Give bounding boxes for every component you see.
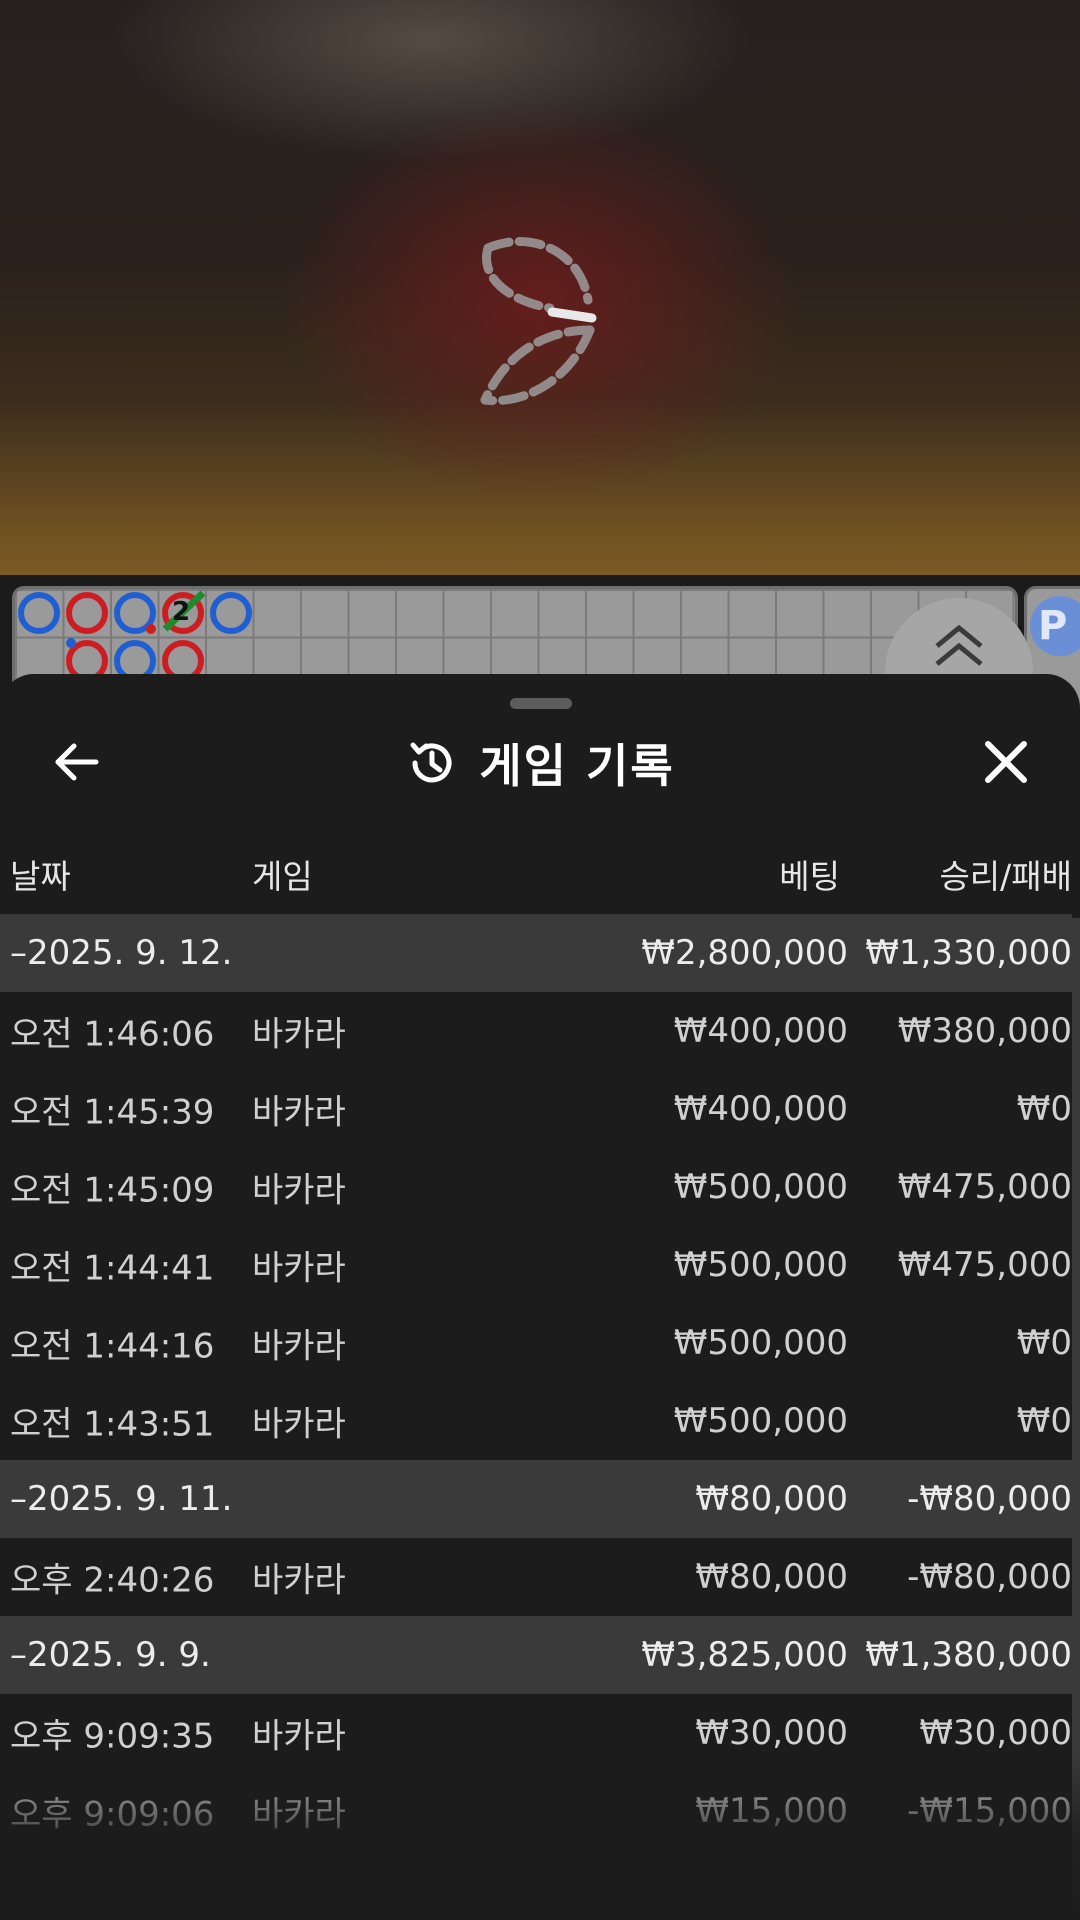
row-game: 바카라 — [252, 1404, 346, 1445]
group-bet-total: ₩2,800,000 — [641, 933, 848, 973]
road-mark-player-pair — [66, 638, 76, 648]
history-icon — [410, 742, 452, 783]
column-header-bet: 베팅 — [779, 857, 840, 896]
row-result: ₩475,000 — [897, 1245, 1072, 1285]
row-bet: ₩15,000 — [695, 1791, 848, 1831]
game-history-sheet: 게임 기록 날짜 게임 베팅 승리/패배 –2025. 9. 12. ₩2,80… — [0, 674, 1080, 1920]
table-row[interactable]: 오전 1:44:41 바카라 ₩500,000 ₩475,000 — [0, 1226, 1072, 1304]
row-bet: ₩80,000 — [695, 1557, 848, 1597]
row-game: 바카라 — [252, 1794, 346, 1835]
table-row[interactable]: 오후 9:09:35 바카라 ₩30,000 ₩30,000 — [0, 1694, 1072, 1772]
row-bet: ₩500,000 — [673, 1401, 848, 1441]
row-bet: ₩400,000 — [673, 1089, 848, 1129]
column-header-game: 게임 — [252, 857, 313, 896]
group-bet-total: ₩3,825,000 — [641, 1635, 848, 1675]
row-result: -₩80,000 — [907, 1557, 1072, 1597]
row-time: 오전 1:46:06 — [10, 1014, 215, 1055]
row-game: 바카라 — [252, 1326, 346, 1367]
column-header-result: 승리/패배 — [939, 857, 1072, 896]
road-mark-player — [18, 592, 60, 634]
row-game: 바카라 — [252, 1716, 346, 1757]
row-bet: ₩500,000 — [673, 1323, 848, 1363]
road-mark-player — [210, 592, 252, 634]
player-badge: P — [1030, 596, 1080, 656]
row-game: 바카라 — [252, 1014, 346, 1055]
date-group-header[interactable]: –2025. 9. 9. ₩3,825,000 ₩1,380,000 — [0, 1616, 1072, 1694]
row-bet: ₩30,000 — [695, 1713, 848, 1753]
sheet-drag-handle[interactable] — [510, 698, 572, 709]
row-game: 바카라 — [252, 1170, 346, 1211]
table-header: 날짜 게임 베팅 승리/패배 — [0, 842, 1080, 902]
history-list: –2025. 9. 12. ₩2,800,000 ₩1,330,000 오전 1… — [0, 914, 1072, 1850]
table-row[interactable]: 오전 1:44:16 바카라 ₩500,000 ₩0 — [0, 1304, 1072, 1382]
row-game: 바카라 — [252, 1560, 346, 1601]
row-bet: ₩500,000 — [673, 1245, 848, 1285]
row-time: 오전 1:44:41 — [10, 1248, 215, 1289]
row-time: 오후 9:09:35 — [10, 1716, 215, 1757]
table-row[interactable]: 오전 1:45:09 바카라 ₩500,000 ₩475,000 — [0, 1148, 1072, 1226]
close-icon — [985, 741, 1027, 783]
date-group-header[interactable]: –2025. 9. 11. ₩80,000 -₩80,000 — [0, 1460, 1072, 1538]
row-time: 오후 2:40:26 — [10, 1560, 215, 1601]
tie-count-label: 2 — [172, 597, 191, 627]
list-scrollbar[interactable] — [1072, 918, 1080, 1920]
group-result-total: -₩80,000 — [907, 1479, 1072, 1519]
column-header-date: 날짜 — [10, 857, 71, 896]
close-button[interactable] — [978, 734, 1034, 790]
row-game: 바카라 — [252, 1248, 346, 1289]
row-result: ₩0 — [1016, 1323, 1072, 1363]
row-game: 바카라 — [252, 1092, 346, 1133]
table-row[interactable]: 오전 1:46:06 바카라 ₩400,000 ₩380,000 — [0, 992, 1072, 1070]
row-result: ₩475,000 — [897, 1167, 1072, 1207]
live-video-area — [0, 0, 1080, 575]
group-result-total: ₩1,330,000 — [865, 933, 1072, 973]
table-row[interactable]: 오후 2:40:26 바카라 ₩80,000 -₩80,000 — [0, 1538, 1072, 1616]
row-time: 오후 9:09:06 — [10, 1794, 215, 1835]
group-date: –2025. 9. 9. — [10, 1635, 211, 1675]
row-bet: ₩500,000 — [673, 1167, 848, 1207]
row-result: ₩380,000 — [897, 1011, 1072, 1051]
row-result: -₩15,000 — [907, 1791, 1072, 1831]
table-row[interactable]: 오전 1:43:51 바카라 ₩500,000 ₩0 — [0, 1382, 1072, 1460]
group-date: –2025. 9. 12. — [10, 933, 233, 973]
table-row[interactable]: 오후 9:09:06 바카라 ₩15,000 -₩15,000 — [0, 1772, 1072, 1850]
row-bet: ₩400,000 — [673, 1011, 848, 1051]
sheet-header: 게임 기록 — [0, 726, 1080, 800]
road-mark-banker-pair — [146, 624, 156, 634]
table-row[interactable]: 오전 1:45:39 바카라 ₩400,000 ₩0 — [0, 1070, 1072, 1148]
page-title: 게임 기록 — [479, 739, 675, 793]
loading-spinner-icon — [480, 237, 597, 406]
row-result: ₩0 — [1016, 1089, 1072, 1129]
double-chevron-up-icon — [935, 624, 983, 666]
row-time: 오전 1:45:39 — [10, 1092, 215, 1133]
row-result: ₩0 — [1016, 1401, 1072, 1441]
group-bet-total: ₩80,000 — [695, 1479, 848, 1519]
row-result: ₩30,000 — [919, 1713, 1072, 1753]
row-time: 오전 1:43:51 — [10, 1404, 215, 1445]
group-date: –2025. 9. 11. — [10, 1479, 233, 1519]
row-time: 오전 1:44:16 — [10, 1326, 215, 1367]
date-group-header[interactable]: –2025. 9. 12. ₩2,800,000 ₩1,330,000 — [0, 914, 1072, 992]
row-time: 오전 1:45:09 — [10, 1170, 215, 1211]
group-result-total: ₩1,380,000 — [865, 1635, 1072, 1675]
road-mark-banker — [66, 592, 108, 634]
